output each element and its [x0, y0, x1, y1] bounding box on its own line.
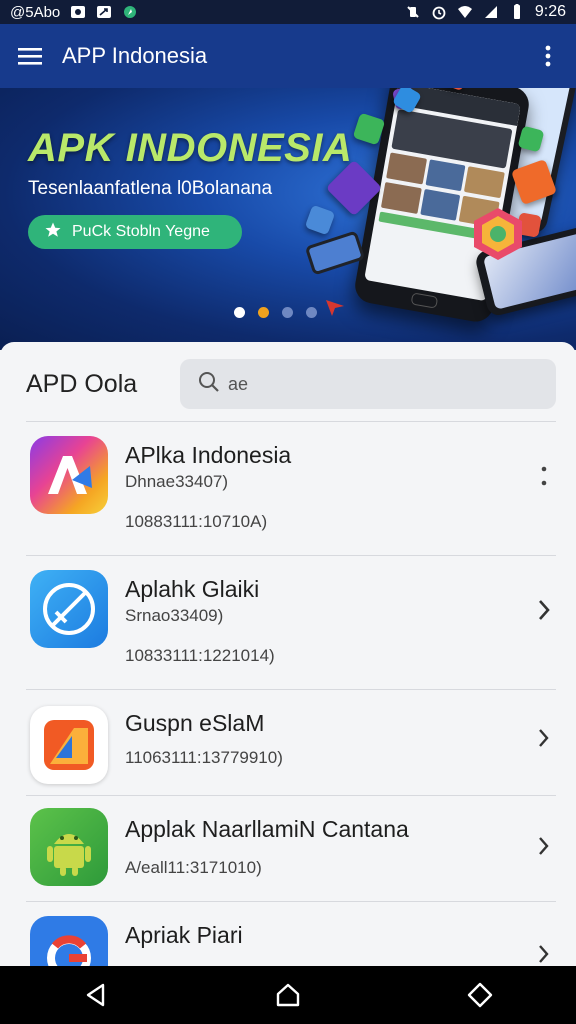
- app-bar: APP Indonesia: [0, 24, 576, 88]
- list-item[interactable]: Aplahk Glaiki Srnao33409) 10833111:12210…: [0, 556, 576, 690]
- carousel-dot[interactable]: [282, 307, 293, 318]
- colorful-a-logo-icon: [30, 436, 108, 514]
- status-left: @5Abo: [10, 4, 138, 21]
- banner-cta-button[interactable]: PuCk Stobln Yegne: [28, 215, 242, 249]
- list-item[interactable]: Applak NaarllamiN Cantana A/eall11:31710…: [0, 796, 576, 902]
- app-icon: [122, 5, 138, 19]
- item-subtitle: Dhnae33407): [125, 472, 229, 491]
- carousel-dot[interactable]: [306, 307, 317, 318]
- colorful-hexagon-icon: [470, 206, 526, 267]
- cube-icon: [304, 204, 336, 236]
- system-nav-bar: [0, 966, 576, 1024]
- google-style-logo-icon: [30, 916, 108, 966]
- item-meta: 10883111:10710A): [125, 512, 268, 531]
- phone-illustration-left: [304, 230, 366, 276]
- app-title: APP Indonesia: [62, 43, 208, 68]
- red-arrow-icon: [324, 296, 346, 323]
- more-vertical-icon[interactable]: [534, 462, 554, 490]
- list-item[interactable]: Guspn eSlaM 11063111:13779910): [0, 690, 576, 796]
- blue-compass-logo-icon: [30, 570, 108, 648]
- search-bar[interactable]: [180, 359, 556, 409]
- chevron-right-icon[interactable]: [532, 834, 556, 858]
- item-subtitle: Srnao33409): [125, 606, 224, 625]
- banner-cta-label: PuCk Stobln Yegne: [72, 223, 210, 240]
- list-item[interactable]: APlka Indonesia Dhnae33407) 10883111:107…: [0, 422, 576, 556]
- home-icon[interactable]: [268, 975, 308, 1015]
- item-meta: 11063111:13779910): [125, 748, 283, 767]
- carousel-dot[interactable]: [234, 307, 245, 318]
- chevron-right-icon[interactable]: [532, 598, 556, 622]
- more-vertical-icon[interactable]: [536, 42, 560, 70]
- status-time: 9:26: [534, 3, 566, 20]
- banner-title: APK INDONESIA: [28, 126, 353, 170]
- carousel-dot[interactable]: [258, 307, 269, 318]
- recents-icon[interactable]: [460, 975, 500, 1015]
- item-name: Applak NaarllamiN Cantana: [125, 816, 409, 842]
- list-item[interactable]: Apriak Piari: [0, 902, 576, 966]
- search-input[interactable]: [226, 372, 510, 396]
- chevron-right-icon[interactable]: [532, 726, 556, 750]
- item-meta: A/eall11:3171010): [125, 858, 262, 877]
- orange-shape-logo-icon: [30, 706, 108, 784]
- back-icon[interactable]: [76, 975, 116, 1015]
- notification-icon: [70, 5, 86, 19]
- signal-icon: [483, 5, 499, 19]
- item-name: Aplahk Glaiki: [125, 576, 260, 602]
- item-meta: 10833111:1221014): [125, 646, 275, 665]
- search-icon: [198, 371, 220, 398]
- status-bar: @5Abo 9:26: [0, 0, 576, 24]
- status-left-text: @5Abo: [10, 3, 61, 21]
- mute-icon: [405, 5, 421, 19]
- alarm-icon: [431, 5, 447, 20]
- list-title: APD Oola: [26, 370, 138, 398]
- battery-icon: [509, 4, 525, 19]
- chevron-right-icon[interactable]: [532, 942, 556, 966]
- cast-icon: [96, 5, 112, 19]
- status-right: 9:26: [405, 3, 566, 21]
- android-robot-icon: [30, 808, 108, 886]
- banner-subtitle: Tesenlaanfatlena l0Bolanana: [28, 178, 273, 199]
- item-name: APlka Indonesia: [125, 442, 292, 468]
- wifi-icon: [457, 5, 473, 19]
- carousel-dots: [234, 307, 317, 318]
- promo-banner[interactable]: APK INDONESIA Tesenlaanfatlena l0Bolanan…: [0, 88, 576, 350]
- list-header: APD Oola: [0, 342, 576, 422]
- hamburger-menu-icon[interactable]: [16, 42, 44, 70]
- item-name: Guspn eSlaM: [125, 710, 265, 736]
- star-icon: [44, 221, 62, 244]
- app-list-panel: APD Oola APlka Indonesia Dhnae33407) 108…: [0, 342, 576, 966]
- item-name: Apriak Piari: [125, 922, 243, 948]
